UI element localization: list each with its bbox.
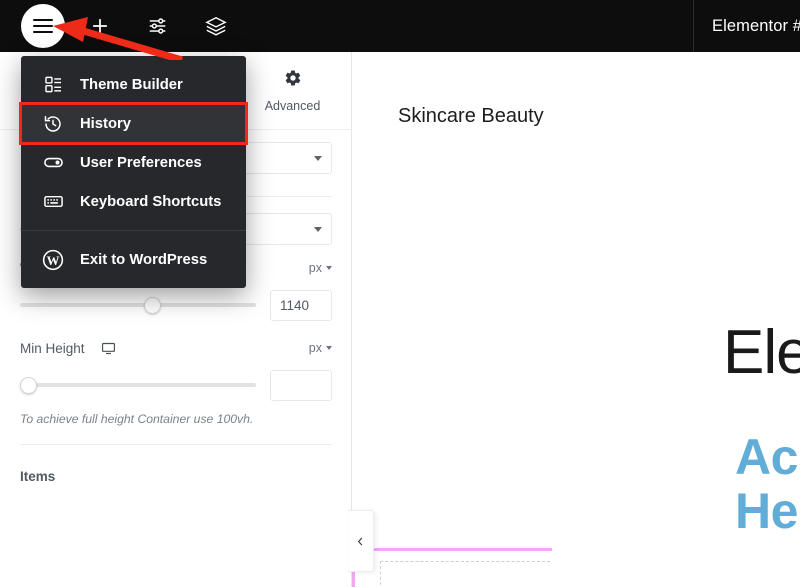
chevron-down-icon xyxy=(314,155,322,161)
menu-item-label: Exit to WordPress xyxy=(80,251,208,268)
desktop-icon[interactable] xyxy=(101,341,116,356)
menu-divider xyxy=(21,230,246,231)
menu-item-theme-builder[interactable]: Theme Builder xyxy=(21,65,246,104)
items-section-label: Items xyxy=(20,469,56,485)
min-height-unit-label: px xyxy=(308,341,322,355)
control-row-width-slider: 1140 xyxy=(0,285,352,325)
min-height-label: Min Height xyxy=(20,340,85,356)
tab-advanced-label: Advanced xyxy=(264,98,321,113)
container-inner-dashed-guide xyxy=(380,561,550,587)
toolbar-left-group xyxy=(0,0,240,52)
history-icon xyxy=(42,114,64,134)
menu-item-history[interactable]: History xyxy=(19,102,248,145)
width-slider[interactable] xyxy=(20,296,256,314)
min-height-slider[interactable] xyxy=(20,376,256,394)
min-height-slider-handle[interactable] xyxy=(20,376,37,394)
svg-text:W: W xyxy=(47,253,60,267)
toggle-icon xyxy=(42,152,64,173)
menu-item-label: Keyboard Shortcuts xyxy=(80,193,222,210)
theme-builder-icon xyxy=(42,75,64,94)
width-slider-handle[interactable] xyxy=(143,296,161,314)
tab-advanced[interactable]: Advanced xyxy=(234,52,351,130)
panel-collapse-button[interactable] xyxy=(348,510,374,572)
add-element-button[interactable] xyxy=(76,0,124,52)
menu-item-exit-to-wordpress[interactable]: W Exit to WordPress xyxy=(21,240,246,279)
toolbar-right-group: Elementor # xyxy=(712,0,800,52)
navigator-button[interactable] xyxy=(192,0,240,52)
toolbar-divider xyxy=(693,0,694,52)
menu-item-label: Theme Builder xyxy=(80,76,183,93)
menu-item-keyboard-shortcuts[interactable]: Keyboard Shortcuts xyxy=(21,182,246,221)
blue-heading-line-1: Ac xyxy=(735,429,798,485)
menu-item-label: User Preferences xyxy=(80,154,202,171)
chevron-left-icon xyxy=(357,536,363,546)
menu-toggle-button[interactable] xyxy=(21,4,65,48)
min-height-input[interactable] xyxy=(270,369,332,401)
layers-icon xyxy=(205,16,227,36)
width-unit-selector[interactable]: px xyxy=(309,261,332,275)
hamburger-icon xyxy=(33,15,53,36)
min-height-slider-track xyxy=(20,382,256,388)
hero-heading-partial[interactable]: Ele xyxy=(723,317,800,388)
plus-icon xyxy=(93,19,107,33)
chevron-down-icon xyxy=(314,226,322,232)
editor-toolbar: Elementor # xyxy=(0,0,800,52)
preview-canvas: Skincare Beauty Ele Ac He xyxy=(353,52,800,587)
chevron-down-icon xyxy=(326,266,332,270)
control-row-min-height-slider xyxy=(0,365,352,405)
width-input[interactable]: 1140 xyxy=(270,289,332,321)
blue-heading-partial[interactable]: Ac He xyxy=(735,430,798,538)
width-unit-label: px xyxy=(308,261,322,275)
panel-divider-2 xyxy=(20,444,332,446)
menu-item-user-preferences[interactable]: User Preferences xyxy=(21,143,246,182)
blue-heading-line-2: He xyxy=(735,483,798,539)
gear-icon xyxy=(284,69,302,92)
elementor-editor-screen: Advanced Content Width Boxed xyxy=(0,0,800,587)
min-height-hint: To achieve full height Container use 100… xyxy=(20,412,254,426)
sliders-icon xyxy=(149,18,166,34)
page-settings-button[interactable] xyxy=(134,0,182,52)
min-height-unit-selector[interactable]: px xyxy=(309,341,332,355)
width-slider-track xyxy=(20,302,256,308)
main-menu-dropdown: Theme Builder History User Preferences K… xyxy=(19,56,248,288)
chevron-down-icon xyxy=(326,346,332,350)
document-title[interactable]: Elementor # xyxy=(712,17,800,36)
width-input-value: 1140 xyxy=(280,297,310,313)
menu-item-label: History xyxy=(80,115,131,132)
keyboard-icon xyxy=(42,191,64,212)
control-head-min-height: Min Height px xyxy=(0,331,352,365)
site-title: Skincare Beauty xyxy=(398,105,544,127)
wordpress-icon: W xyxy=(42,249,64,271)
